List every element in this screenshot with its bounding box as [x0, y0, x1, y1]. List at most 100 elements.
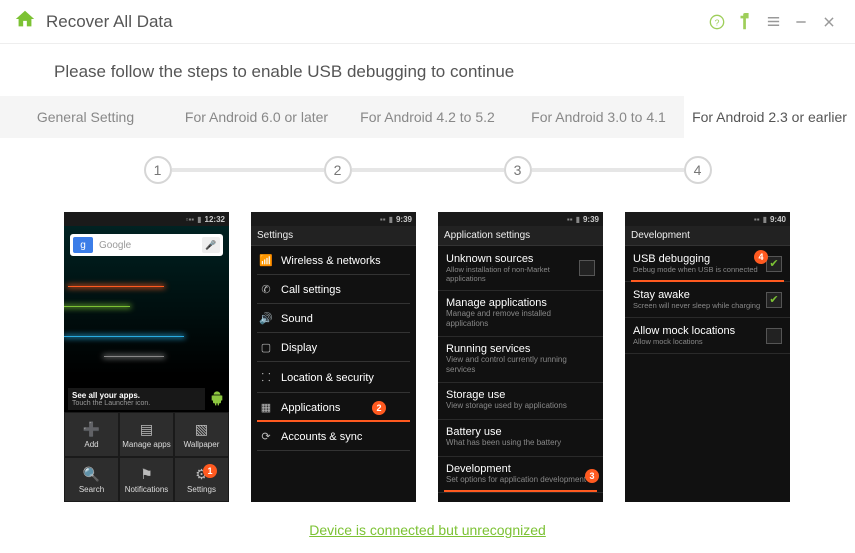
- dock-add: ➕ Add: [64, 412, 119, 457]
- item-sub: Screen will never sleep while charging: [633, 301, 766, 310]
- tab-android-30-41[interactable]: For Android 3.0 to 4.1: [513, 96, 684, 138]
- item-sub: Allow mock locations: [633, 337, 766, 346]
- battery-icon: ▮: [763, 215, 767, 224]
- dock-label: Search: [79, 485, 104, 494]
- item-title: Manage applications: [446, 297, 595, 309]
- tab-android-23-earlier[interactable]: For Android 2.3 or earlier: [684, 96, 855, 138]
- home-icon[interactable]: [14, 8, 36, 36]
- step-1-circle: 1: [144, 156, 172, 184]
- step-line: [172, 168, 324, 172]
- footer: Device is connected but unrecognized: [0, 512, 855, 540]
- apps-icon: ▤: [140, 421, 153, 438]
- light-streak: [64, 306, 130, 307]
- status-bar: ▪▪▮9:40: [625, 212, 790, 226]
- signal-icon: ▪▪: [567, 215, 573, 224]
- item-title: Running services: [446, 343, 595, 355]
- item-applications: ▦ Applications 2: [251, 393, 416, 422]
- instruction-text: Please follow the steps to enable USB de…: [0, 44, 855, 96]
- dock-label: Settings: [187, 485, 216, 494]
- screen-header: Settings: [251, 226, 416, 246]
- close-button[interactable]: [817, 10, 841, 34]
- screenshots-row: ▫▪▪ ▮ 12:32 g Google 🎤 See all your apps…: [0, 194, 855, 512]
- wifi-icon: 📶: [259, 254, 273, 267]
- plus-icon: ➕: [83, 421, 100, 438]
- checkbox-icon: ✔: [766, 292, 782, 308]
- item-display: ▢Display: [251, 333, 416, 362]
- item-sub: View and control currently running servi…: [446, 355, 595, 374]
- item-label: Accounts & sync: [281, 431, 362, 443]
- item-sub: Allow installation of non-Market applica…: [446, 265, 579, 283]
- item-stay-awake: Stay awakeScreen will never sleep while …: [625, 282, 790, 318]
- item-title: Unknown sources: [446, 253, 579, 265]
- image-icon: ▧: [195, 421, 208, 438]
- step-badge-1: 1: [203, 464, 217, 478]
- dock-label: Manage apps: [122, 440, 170, 449]
- light-streak: [64, 336, 184, 337]
- dock-manage-apps: ▤ Manage apps: [119, 412, 174, 457]
- step-line: [532, 168, 684, 172]
- share-icon[interactable]: [733, 10, 757, 34]
- checkbox-icon: [766, 328, 782, 344]
- clock: 9:39: [396, 215, 412, 224]
- battery-icon: ▮: [197, 215, 201, 224]
- titlebar: Recover All Data ?: [0, 0, 855, 44]
- screen-header: Application settings: [438, 226, 603, 246]
- status-bar: ▪▪▮9:39: [251, 212, 416, 226]
- help-icon[interactable]: ?: [705, 10, 729, 34]
- search-icon: 🔍: [83, 466, 100, 483]
- step-indicator-row: 1 2 3 4: [0, 138, 855, 194]
- tab-android-6[interactable]: For Android 6.0 or later: [171, 96, 342, 138]
- signal-icon: ▫▪▪: [186, 215, 195, 224]
- item-sub: Set options for application development: [446, 475, 595, 485]
- item-label: Call settings: [281, 284, 341, 296]
- item-label: Wireless & networks: [281, 255, 381, 267]
- signal-icon: ▪▪: [380, 215, 386, 224]
- item-call: ✆ Call settings: [251, 275, 416, 304]
- item-label: Sound: [281, 313, 313, 325]
- dock-search: 🔍 Search: [64, 457, 119, 502]
- step-badge-2: 2: [372, 401, 386, 415]
- item-unknown-sources: Unknown sourcesAllow installation of non…: [438, 246, 603, 291]
- phone-step-4: ▪▪▮9:40 Development USB debuggingDebug m…: [625, 212, 790, 502]
- tabs-row: General Setting For Android 6.0 or later…: [0, 96, 855, 138]
- light-streak: [104, 356, 164, 357]
- svg-text:?: ?: [715, 17, 720, 27]
- item-running-services: Running servicesView and control current…: [438, 337, 603, 383]
- item-mock-locations: Allow mock locationsAllow mock locations: [625, 318, 790, 354]
- hint-bubble: See all your apps. Touch the Launcher ic…: [68, 388, 205, 410]
- item-wireless: 📶 Wireless & networks: [251, 246, 416, 275]
- item-label: Location & security: [281, 372, 374, 384]
- hint-title: See all your apps.: [72, 391, 201, 400]
- item-development: Development Set options for application …: [438, 457, 603, 494]
- signal-icon: ▪▪: [754, 215, 760, 224]
- item-title: Battery use: [446, 426, 595, 438]
- item-title: Storage use: [446, 389, 595, 401]
- menu-icon[interactable]: [761, 10, 785, 34]
- highlight-underline: [444, 490, 597, 492]
- step-2-circle: 2: [324, 156, 352, 184]
- window-title: Recover All Data: [46, 12, 701, 32]
- item-accounts: ⟳ Accounts & sync: [251, 422, 416, 451]
- tab-general-setting[interactable]: General Setting: [0, 96, 171, 138]
- item-sub: View storage used by applications: [446, 401, 595, 411]
- item-battery-use: Battery useWhat has been using the batte…: [438, 420, 603, 457]
- device-unrecognized-link[interactable]: Device is connected but unrecognized: [309, 522, 546, 538]
- item-manage-apps: Manage applicationsManage and remove ins…: [438, 291, 603, 337]
- clock: 12:32: [205, 215, 225, 224]
- tab-android-42-52[interactable]: For Android 4.2 to 5.2: [342, 96, 513, 138]
- sync-icon: ⟳: [259, 430, 273, 443]
- screen-header: Development: [625, 226, 790, 246]
- phone-step-1: ▫▪▪ ▮ 12:32 g Google 🎤 See all your apps…: [64, 212, 229, 502]
- item-location: ⸬Location & security: [251, 362, 416, 393]
- dock-label: Notifications: [125, 485, 169, 494]
- speaker-icon: 🔊: [259, 312, 273, 325]
- status-bar: ▪▪▮9:39: [438, 212, 603, 226]
- dock-label: Add: [84, 440, 98, 449]
- minimize-button[interactable]: [789, 10, 813, 34]
- clock: 9:39: [583, 215, 599, 224]
- phone-icon: ✆: [259, 283, 273, 296]
- highlight-underline: [631, 280, 784, 282]
- item-sub: Manage and remove installed applications: [446, 309, 595, 328]
- battery-icon: ▮: [576, 215, 580, 224]
- step-line: [352, 168, 504, 172]
